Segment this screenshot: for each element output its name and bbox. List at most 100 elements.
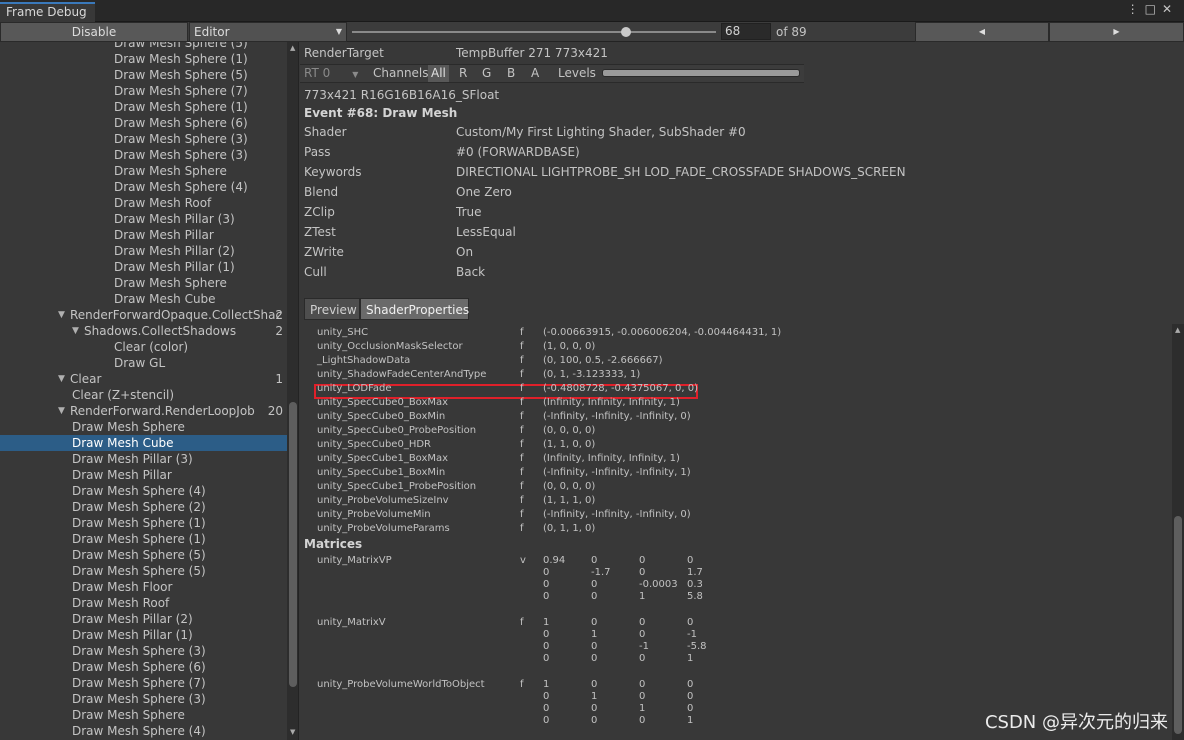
tree-item-row[interactable]: Draw Mesh Sphere (0, 419, 287, 435)
matrix-cell: 0 (591, 579, 598, 590)
fold-arrow-icon[interactable]: ▼ (58, 307, 65, 323)
shader-state-label: Cull (304, 265, 327, 279)
frame-slider-thumb[interactable] (621, 27, 631, 37)
tree-item-row[interactable]: Draw Mesh Sphere (2) (0, 499, 287, 515)
tree-item-row[interactable]: Clear (color) (0, 339, 287, 355)
levels-slider[interactable] (602, 69, 800, 77)
tree-item-row[interactable]: Draw Mesh Roof (0, 195, 287, 211)
tree-item-row[interactable]: Draw GL (0, 355, 287, 371)
tree-item-row[interactable]: Draw Mesh Pillar (3) (0, 451, 287, 467)
tree-item-row[interactable]: Draw Mesh Pillar (0, 227, 287, 243)
tree-item-row[interactable]: Draw Mesh Sphere (1) (0, 99, 287, 115)
tree-item-row[interactable]: Draw Mesh Sphere (0, 163, 287, 179)
fold-arrow-icon[interactable]: ▼ (58, 403, 65, 419)
matrix-cell: 0.3 (687, 579, 703, 590)
tree-item-label: Clear (color) (114, 340, 189, 354)
property-name: unity_ProbeVolumeParams (317, 523, 450, 534)
tree-item-row[interactable]: Draw Mesh Pillar (1) (0, 259, 287, 275)
tree-group-row[interactable]: ▼ Clear 1 (0, 371, 287, 387)
tree-item-row[interactable]: Draw Mesh Pillar (2) (0, 243, 287, 259)
tree-item-row[interactable]: Draw Mesh Cube (0, 435, 287, 451)
tree-item-row[interactable]: Draw Mesh Pillar (0, 467, 287, 483)
tree-item-row[interactable]: Draw Mesh Sphere (4) (0, 483, 287, 499)
tree-item-label: Draw Mesh Roof (114, 196, 212, 210)
kebab-menu-icon[interactable]: ⋮ (1127, 2, 1145, 16)
shader-property-row: unity_SpecCube0_ProbePosition f (0, 0, 0, … (317, 424, 595, 438)
shader-property-row: unity_OcclusionMaskSelector f (1, 0, 0, 0) (317, 340, 595, 354)
matrix-cell: 1 (591, 691, 598, 702)
tree-item-row[interactable]: Draw Mesh Floor (0, 579, 287, 595)
tree-item-row[interactable]: Draw Mesh Sphere (5) (0, 42, 287, 51)
tree-item-label: Draw Mesh Sphere (1) (72, 516, 206, 530)
tree-item-row[interactable]: Draw Mesh Sphere (0, 707, 287, 723)
tree-item-row[interactable]: Draw Mesh Sphere (3) (0, 131, 287, 147)
property-type: f (520, 467, 524, 478)
channel-r-button[interactable]: R (459, 65, 467, 82)
tree-group-row[interactable]: ▼ RenderForwardOpaque.CollectShac 2 (0, 307, 287, 323)
matrix-cell: 0 (687, 703, 694, 714)
rt-select[interactable]: RT 0 ▼ (304, 65, 358, 82)
tree-item-row[interactable]: Draw Mesh Pillar (1) (0, 627, 287, 643)
tab-shader-properties[interactable]: ShaderProperties (360, 298, 469, 320)
window-tab[interactable]: Frame Debug (0, 2, 95, 22)
previous-frame-button[interactable]: ◀ (915, 22, 1049, 42)
tree-item-row[interactable]: Draw Mesh Sphere (1) (0, 531, 287, 547)
tree-item-row[interactable]: Draw Mesh Sphere (3) (0, 643, 287, 659)
channel-all-button[interactable]: All (428, 65, 449, 82)
tree-item-row[interactable]: Draw Mesh Sphere (5) (0, 547, 287, 563)
channel-a-button[interactable]: A (531, 65, 539, 82)
fold-arrow-icon[interactable]: ▼ (72, 323, 79, 339)
tree-group-row[interactable]: ▼ Shadows.CollectShadows 2 (0, 323, 287, 339)
scroll-up-icon[interactable]: ▲ (290, 44, 295, 52)
tab-preview[interactable]: Preview (304, 298, 360, 320)
tree-item-row[interactable]: Draw Mesh Sphere (1) (0, 515, 287, 531)
close-icon[interactable]: ✕ (1162, 2, 1178, 16)
tree-item-row[interactable]: Draw Mesh Sphere (5) (0, 563, 287, 579)
tree-item-row[interactable]: Draw Mesh Sphere (7) (0, 83, 287, 99)
tree-item-row[interactable]: Draw Mesh Sphere (3) (0, 147, 287, 163)
tree-item-row[interactable]: Draw Mesh Sphere (1) (0, 51, 287, 67)
tree-item-row[interactable]: Draw Mesh Cube (0, 291, 287, 307)
matrix-name: unity_MatrixV (317, 617, 386, 628)
scroll-up-icon[interactable]: ▲ (1175, 326, 1180, 334)
property-name: unity_SpecCube1_BoxMax (317, 453, 449, 464)
window-controls: ⋮□✕ (1127, 2, 1178, 16)
tree-item-row[interactable]: Draw Mesh Sphere (7) (0, 675, 287, 691)
tree-scrollbar[interactable]: ▲ ▼ (287, 42, 299, 740)
frame-number-input[interactable]: 68 (721, 23, 771, 40)
property-type: f (520, 439, 524, 450)
tree-item-count: 20 (267, 404, 283, 418)
channel-g-button[interactable]: G (482, 65, 491, 82)
event-tree: Draw Mesh Sphere (5) Draw Mesh Sphere (1)… (0, 42, 287, 740)
tree-item-row[interactable]: Draw Mesh Sphere (5) (0, 67, 287, 83)
frame-total-label: of 89 (776, 25, 807, 39)
tree-item-row[interactable]: Draw Mesh Sphere (3) (0, 691, 287, 707)
properties-scrollbar[interactable]: ▲ (1172, 324, 1184, 740)
maximize-icon[interactable]: □ (1145, 2, 1162, 16)
matrix-cell: 0 (543, 703, 550, 714)
tree-item-row[interactable]: Draw Mesh Sphere (6) (0, 115, 287, 131)
matrix-cell: 0 (543, 629, 550, 640)
tree-item-row[interactable]: Clear (Z+stencil) (0, 387, 287, 403)
tree-item-row[interactable]: Draw Mesh Sphere (4) (0, 179, 287, 195)
tree-group-row[interactable]: ▼ RenderForward.RenderLoopJob 20 (0, 403, 287, 419)
matrix-cell: 0 (687, 679, 694, 690)
property-value: (1, 1, 0, 0) (543, 439, 596, 450)
scroll-down-icon[interactable]: ▼ (290, 728, 295, 736)
tree-scrollbar-thumb[interactable] (289, 402, 297, 687)
tree-item-row[interactable]: Draw Mesh Pillar (2) (0, 611, 287, 627)
tree-item-label: Draw Mesh Sphere (1) (72, 532, 206, 546)
tree-item-row[interactable]: Draw Mesh Roof (0, 595, 287, 611)
frame-slider-track[interactable] (352, 31, 716, 33)
disable-button[interactable]: Disable (0, 22, 188, 42)
channel-b-button[interactable]: B (507, 65, 515, 82)
tree-item-row[interactable]: Draw Mesh Sphere (4) (0, 723, 287, 739)
chevron-down-icon: ▼ (335, 27, 342, 36)
next-frame-button[interactable]: ▶ (1049, 22, 1184, 42)
target-dropdown[interactable]: Editor ▼ (189, 22, 347, 42)
fold-arrow-icon[interactable]: ▼ (58, 371, 65, 387)
tree-item-row[interactable]: Draw Mesh Sphere (0, 275, 287, 291)
tree-item-row[interactable]: Draw Mesh Sphere (6) (0, 659, 287, 675)
properties-scrollbar-thumb[interactable] (1174, 516, 1182, 734)
tree-item-row[interactable]: Draw Mesh Pillar (3) (0, 211, 287, 227)
